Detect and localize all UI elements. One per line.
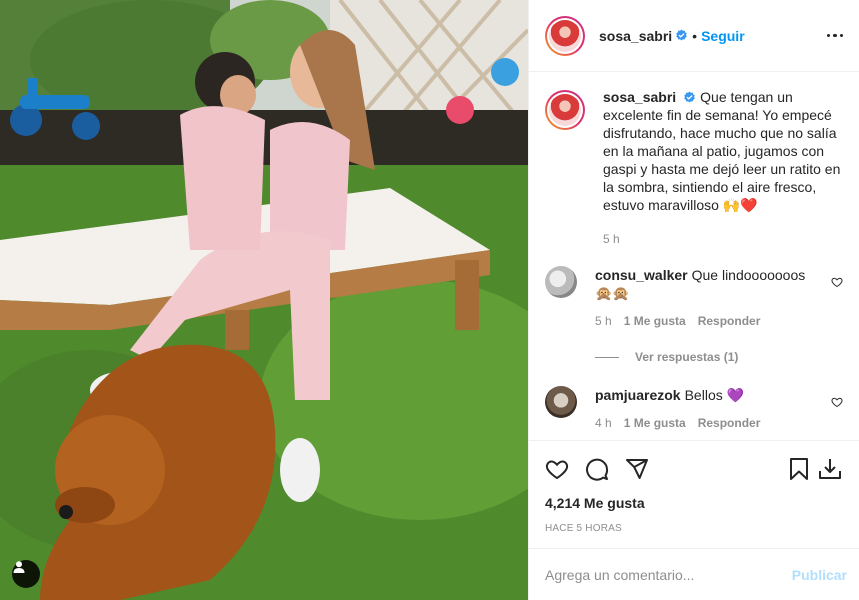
- verified-badge-icon: [684, 91, 695, 103]
- view-replies-button[interactable]: Ver respuestas (1): [595, 350, 843, 364]
- share-icon[interactable]: [625, 457, 649, 481]
- caption-avatar[interactable]: [545, 90, 585, 130]
- post-actions: 4,214 Me gusta HACE 5 HORAS: [529, 440, 859, 548]
- comment-username[interactable]: consu_walker: [595, 267, 688, 283]
- caption-username[interactable]: sosa_sabri: [603, 89, 676, 105]
- comment-likes[interactable]: 1 Me gusta: [624, 416, 686, 430]
- comment-time[interactable]: 5 h: [595, 314, 612, 328]
- reply-button[interactable]: Responder: [698, 416, 761, 430]
- comment-input[interactable]: [545, 566, 792, 583]
- follow-button[interactable]: Seguir: [701, 28, 745, 44]
- comment-item: consu_walker Que lindooooooos 🙊🙊 5 h 1 Me…: [545, 266, 843, 328]
- download-icon[interactable]: [817, 457, 843, 481]
- heart-icon[interactable]: [545, 457, 569, 481]
- caption: sosa_sabri Que tengan un excelente fin d…: [545, 88, 843, 246]
- view-replies-label: Ver respuestas (1): [635, 350, 739, 364]
- comment-icon[interactable]: [585, 457, 609, 481]
- more-options-icon[interactable]: [826, 33, 843, 38]
- post-header: sosa_sabri • Seguir: [529, 0, 859, 72]
- post-side-panel: sosa_sabri • Seguir sosa_sabri Que tenga…: [528, 0, 859, 600]
- comment-like-heart-icon[interactable]: [831, 276, 843, 288]
- replies-divider: [595, 356, 619, 358]
- photo-illustration: [0, 0, 528, 600]
- comment-composer: Publicar: [529, 548, 859, 600]
- publish-button[interactable]: Publicar: [792, 567, 847, 583]
- likes-count[interactable]: 4,214 Me gusta: [545, 495, 843, 511]
- post-photo[interactable]: [0, 0, 528, 600]
- commenter-avatar[interactable]: [545, 386, 577, 418]
- caption-time[interactable]: 5 h: [603, 232, 620, 246]
- comment-item: pamjuarezok Bellos 💜 4 h 1 Me gusta Respo…: [545, 386, 843, 430]
- comment-like-heart-icon[interactable]: [831, 396, 843, 408]
- comments-section[interactable]: sosa_sabri Que tengan un excelente fin d…: [529, 72, 859, 440]
- author-username[interactable]: sosa_sabri: [599, 28, 672, 44]
- verified-badge-icon: [676, 29, 687, 41]
- bookmark-icon[interactable]: [787, 457, 811, 481]
- comment-text: Bellos 💜: [684, 387, 745, 403]
- commenter-avatar[interactable]: [545, 266, 577, 298]
- post-timestamp[interactable]: HACE 5 HORAS: [545, 523, 843, 548]
- comment-time[interactable]: 4 h: [595, 416, 612, 430]
- author-avatar[interactable]: [545, 15, 585, 56]
- reply-button[interactable]: Responder: [698, 314, 761, 328]
- comment-username[interactable]: pamjuarezok: [595, 387, 681, 403]
- caption-text: Que tengan un excelente fin de semana! Y…: [603, 89, 841, 213]
- comment-likes[interactable]: 1 Me gusta: [624, 314, 686, 328]
- separator-dot: •: [692, 27, 698, 44]
- user-tag-icon[interactable]: [12, 560, 40, 588]
